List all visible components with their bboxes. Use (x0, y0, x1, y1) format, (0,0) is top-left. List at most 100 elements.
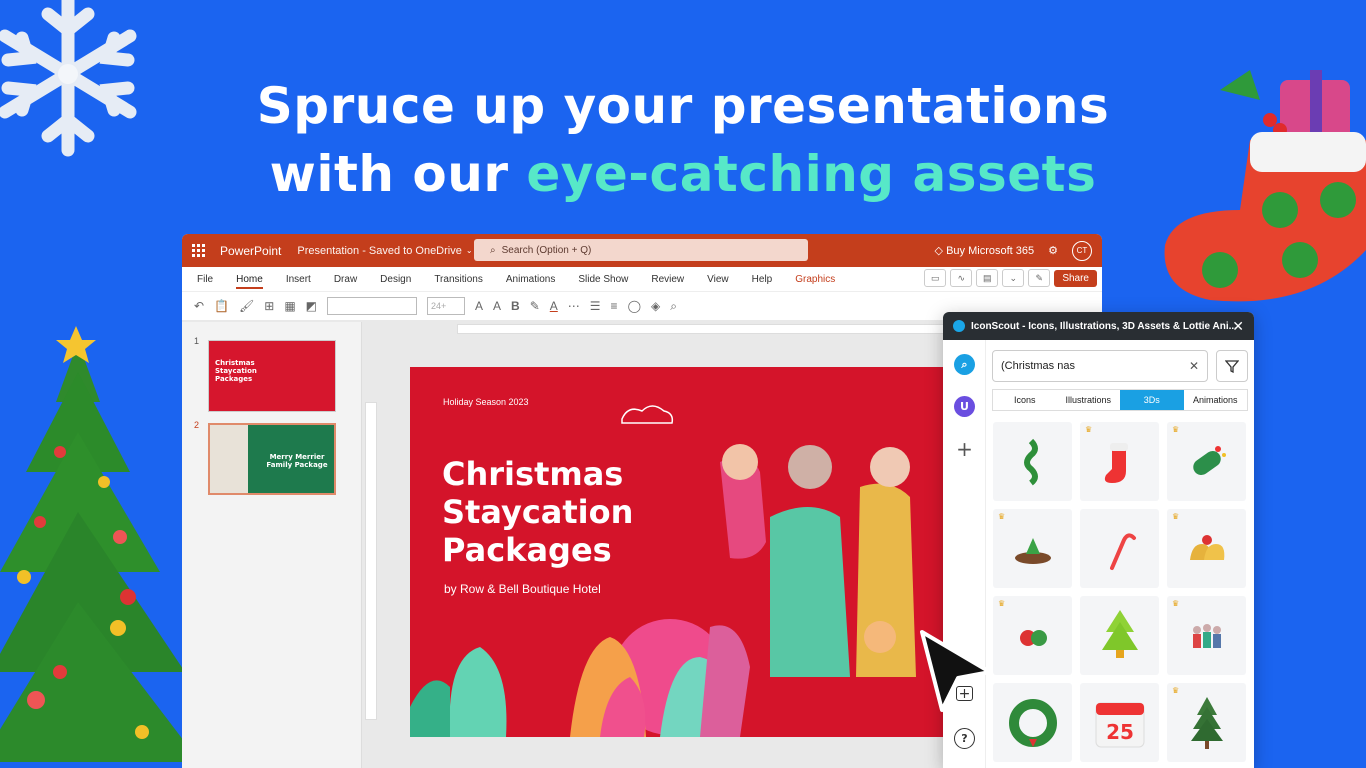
activity-icon[interactable]: ∿ (950, 269, 973, 287)
vertical-ruler (365, 402, 377, 720)
asset-type-tabs: Icons Illustrations 3Ds Animations (992, 389, 1248, 411)
find-icon[interactable]: ⌕ (670, 299, 677, 314)
comment-icon[interactable]: ▭ (924, 269, 947, 287)
bold-icon[interactable]: B (511, 299, 520, 313)
asset-pine-tree[interactable]: ♛ (1167, 683, 1246, 762)
add-icon[interactable]: + (954, 437, 975, 461)
pine-tree-icon (1190, 696, 1223, 749)
new-slide-icon[interactable]: ⊞ (264, 299, 274, 313)
stocking-icon (1104, 442, 1128, 483)
font-color-icon[interactable]: A (550, 299, 558, 313)
tab-animations[interactable]: Animations (506, 270, 555, 289)
asset-carolers[interactable]: ♛ (1167, 596, 1246, 675)
shapes-icon[interactable]: ◯ (628, 299, 641, 313)
document-name[interactable]: Presentation - Saved to OneDrive (297, 245, 461, 257)
search-nav-icon[interactable]: ⌕ (954, 354, 975, 375)
tab-design[interactable]: Design (380, 270, 411, 289)
tab-file[interactable]: File (197, 270, 213, 289)
asset-tree[interactable] (1080, 596, 1159, 675)
filter-button[interactable] (1216, 350, 1248, 382)
account-avatar[interactable]: CT (1072, 240, 1092, 261)
present-dropdown-icon[interactable]: ⌄ (1002, 269, 1025, 287)
titlebar-right: ◇ Buy Microsoft 365 ⚙ CT (935, 234, 1092, 267)
font-size-select[interactable]: 24+ (427, 297, 465, 315)
more-icon[interactable]: ⋯ (568, 299, 580, 313)
slide-thumbnails: 1 Christmas Staycation Packages 2 Merry … (182, 322, 362, 768)
edit-mode-icon[interactable]: ✎ (1028, 269, 1051, 287)
user-avatar[interactable]: U (954, 396, 975, 417)
buy-button[interactable]: ◇ Buy Microsoft 365 (935, 244, 1035, 257)
ribbon-right-controls: ▭ ∿ ▤ ⌄ ✎ Share (924, 269, 1097, 287)
align-icon[interactable]: ≡ (611, 299, 618, 313)
christmas-tree-decoration (0, 326, 200, 762)
tab-transitions[interactable]: Transitions (434, 270, 483, 289)
share-button[interactable]: Share (1054, 269, 1097, 287)
tab-icons[interactable]: Icons (993, 390, 1057, 410)
fill-icon[interactable]: ◈ (651, 299, 660, 313)
candy-cane-icon (1109, 532, 1136, 570)
headline-line-2-prefix: with our (269, 145, 527, 203)
asset-ornaments[interactable]: ♛ (993, 596, 1072, 675)
iconscout-header: IconScout - Icons, Illustrations, 3D Ass… (943, 312, 1254, 340)
asset-candy-cane[interactable] (1080, 509, 1159, 588)
asset-wreath[interactable] (993, 683, 1072, 762)
tab-animations[interactable]: Animations (1184, 390, 1248, 410)
asset-search-value: (Christmas nas (1001, 360, 1075, 372)
candy-wrap-icon (1192, 445, 1226, 475)
premium-crown-icon: ♛ (1172, 512, 1180, 521)
asset-cake[interactable]: ♛ (993, 509, 1072, 588)
tab-home[interactable]: Home (236, 270, 263, 289)
asset-stocking[interactable]: ♛ (1080, 422, 1159, 501)
bells-icon (1189, 534, 1224, 560)
tab-3ds[interactable]: 3Ds (1120, 390, 1184, 410)
reset-icon[interactable]: ◩ (306, 299, 317, 313)
ppt-titlebar: PowerPoint Presentation - Saved to OneDr… (182, 234, 1102, 267)
slide-thumbnail-1[interactable]: Christmas Staycation Packages (208, 340, 336, 412)
highlight-icon[interactable]: ✎ (530, 299, 540, 313)
format-painter-icon[interactable]: 🖌 (239, 299, 254, 313)
app-launcher-icon[interactable] (192, 243, 206, 258)
ppt-search-box[interactable]: ⌕ Search (Option + Q) (474, 239, 808, 261)
thumb1-title: Christmas Staycation Packages (215, 359, 257, 383)
font-family-select[interactable] (327, 297, 417, 315)
tab-slide-show[interactable]: Slide Show (578, 270, 628, 289)
slide-illustration (410, 405, 916, 737)
thumb2-photo (210, 425, 248, 493)
tab-graphics[interactable]: Graphics (785, 269, 846, 289)
asset-bells[interactable]: ♛ (1167, 509, 1246, 588)
layout-icon[interactable]: ▦ (284, 299, 295, 313)
mouse-cursor-icon (920, 630, 992, 712)
ppt-search-placeholder: Search (Option + Q) (501, 244, 592, 256)
close-icon[interactable]: ✕ (1232, 318, 1244, 335)
increase-font-icon[interactable]: A (475, 299, 483, 313)
tab-help[interactable]: Help (752, 270, 773, 289)
decrease-font-icon[interactable]: A (493, 299, 501, 313)
chevron-down-icon[interactable]: ⌄ (466, 246, 473, 255)
slide-number-2: 2 (194, 420, 200, 430)
slide-canvas[interactable]: Holiday Season 2023 Christmas Staycation… (410, 367, 970, 737)
clear-search-icon[interactable]: ✕ (1189, 359, 1199, 373)
carolers-icon (1192, 623, 1221, 648)
headline-accent: eye-catching assets (526, 145, 1097, 203)
asset-calendar[interactable]: 25 (1080, 683, 1159, 762)
tab-view[interactable]: View (707, 270, 729, 289)
present-icon[interactable]: ▤ (976, 269, 999, 287)
undo-icon[interactable]: ↶ (194, 299, 204, 313)
paste-icon[interactable]: 📋 (214, 299, 229, 313)
app-name[interactable]: PowerPoint (220, 244, 281, 258)
settings-gear-icon[interactable]: ⚙ (1048, 244, 1058, 257)
tab-illustrations[interactable]: Illustrations (1057, 390, 1121, 410)
asset-candy-wrap[interactable]: ♛ (1167, 422, 1246, 501)
slide-thumbnail-2[interactable]: Merry Merrier Family Package (208, 423, 336, 495)
asset-ribbon[interactable] (993, 422, 1072, 501)
search-icon: ⌕ (490, 244, 496, 256)
bullets-icon[interactable]: ☰ (590, 299, 601, 313)
asset-search-input[interactable]: (Christmas nas ✕ (992, 350, 1208, 382)
tab-draw[interactable]: Draw (334, 270, 357, 289)
wreath-icon (1008, 698, 1057, 747)
tab-insert[interactable]: Insert (286, 270, 311, 289)
help-icon[interactable]: ? (954, 728, 975, 749)
tab-review[interactable]: Review (651, 270, 684, 289)
iconscout-title: IconScout - Icons, Illustrations, 3D Ass… (971, 320, 1237, 332)
tree-icon (1101, 609, 1138, 658)
